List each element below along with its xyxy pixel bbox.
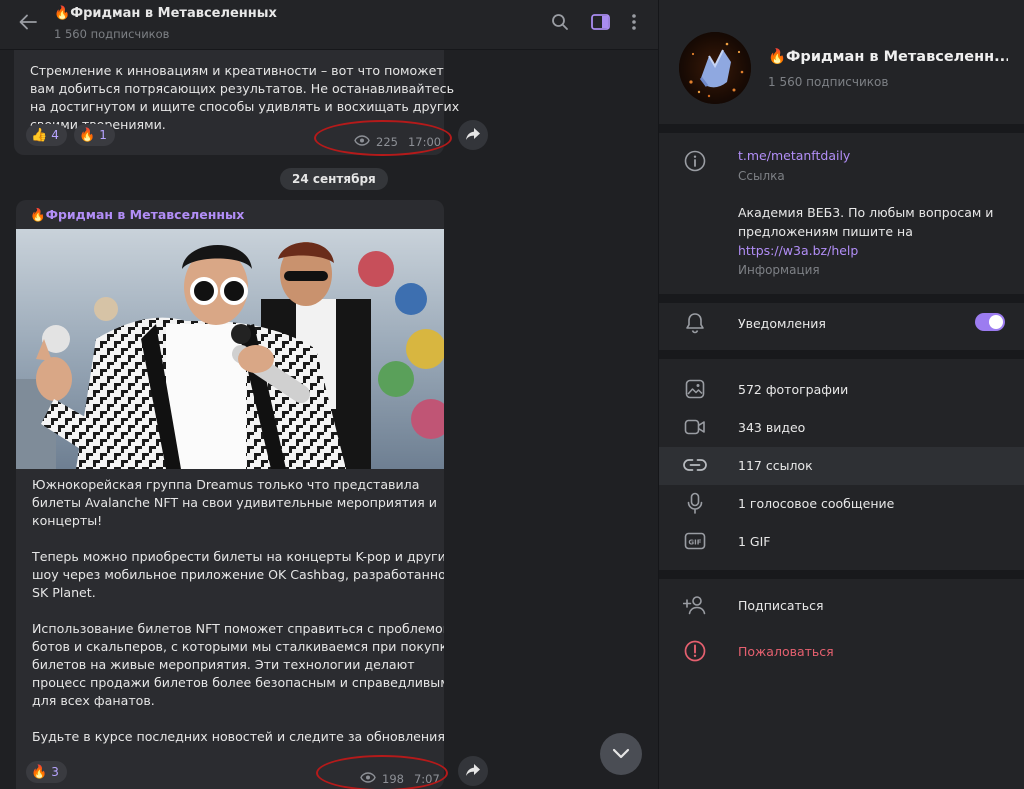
reaction-count: 1 bbox=[99, 128, 107, 142]
channel-title: 🔥Фридман в Метавселенн... bbox=[768, 49, 1008, 65]
channel-link[interactable]: t.me/metanftdaily bbox=[738, 148, 850, 163]
message-line: вам добиться потрясающих результатов. Не… bbox=[30, 81, 455, 96]
section-divider bbox=[659, 570, 1024, 579]
message-line: Использование билетов NFT поможет справи… bbox=[32, 621, 444, 636]
message-line: билетов на живые мероприятия. Эти технол… bbox=[32, 657, 415, 672]
fire-icon: 🔥 bbox=[30, 207, 46, 222]
more-vertical-icon bbox=[631, 13, 637, 35]
more-button[interactable] bbox=[623, 13, 645, 35]
description-link[interactable]: https://w3a.bz/help bbox=[738, 241, 993, 260]
message-line: концерты! bbox=[32, 513, 103, 528]
chevron-down-icon bbox=[612, 745, 630, 764]
svg-text:GIF: GIF bbox=[688, 539, 701, 547]
share-button[interactable] bbox=[458, 756, 488, 786]
concert-photo-image bbox=[16, 229, 444, 469]
thumbs-up-icon: 👍 bbox=[31, 127, 48, 143]
chat-header: 🔥Фридман в Метавселенных 1 560 подписчик… bbox=[0, 0, 658, 50]
message-line: билеты Avalanche NFT на свои удивительны… bbox=[32, 495, 437, 510]
photo-icon bbox=[683, 377, 707, 401]
message-line: на достигнутом и ищите способы удивлять … bbox=[30, 99, 460, 114]
message-sender[interactable]: 🔥Фридман в Метавселенных bbox=[30, 207, 244, 223]
sidebar-toggle-button[interactable] bbox=[589, 13, 611, 35]
notifications-label: Уведомления bbox=[738, 316, 826, 331]
annotation-circle bbox=[316, 755, 448, 789]
reaction-fire[interactable]: 🔥 1 bbox=[74, 124, 115, 146]
video-icon bbox=[683, 415, 707, 439]
date-separator: 24 сентября bbox=[280, 168, 388, 190]
channel-info-pane: 🔥Фридман в Метавселенн... 1 560 подписчи… bbox=[658, 0, 1024, 789]
chat-subscribers: 1 560 подписчиков bbox=[54, 27, 170, 41]
link-icon bbox=[683, 453, 707, 477]
message-line: Южнокорейская группа Dreamus только что … bbox=[32, 477, 420, 492]
back-button[interactable] bbox=[14, 10, 42, 38]
channel-avatar[interactable] bbox=[679, 32, 751, 104]
bell-icon bbox=[683, 311, 707, 335]
subscribe-button[interactable]: Подписаться bbox=[738, 598, 824, 613]
notifications-toggle[interactable] bbox=[975, 313, 1005, 331]
reaction-count: 3 bbox=[51, 765, 59, 779]
add-user-icon bbox=[683, 593, 707, 617]
section-divider bbox=[659, 294, 1024, 303]
share-icon bbox=[465, 762, 481, 781]
message-photo[interactable] bbox=[16, 229, 444, 469]
alert-icon bbox=[683, 639, 707, 663]
message-text: Южнокорейская группа Dreamus только что … bbox=[32, 476, 444, 746]
gif-icon: GIF bbox=[683, 529, 707, 553]
media-photos[interactable]: 572 фотографии bbox=[738, 382, 848, 397]
share-button[interactable] bbox=[458, 120, 488, 150]
reaction-count: 4 bbox=[51, 128, 59, 142]
channel-description-label: Информация bbox=[738, 263, 820, 277]
reaction-thumbs-up[interactable]: 👍 4 bbox=[26, 124, 67, 146]
message-line: Будьте в курсе последних новостей и след… bbox=[32, 729, 444, 744]
message-line: ботов и скальперов, с которыми мы сталки… bbox=[32, 639, 444, 654]
microphone-icon bbox=[683, 491, 707, 515]
fire-icon: 🔥 bbox=[54, 6, 71, 21]
channel-avatar-image bbox=[679, 32, 751, 104]
message-line: Стремление к инновациям и креативности –… bbox=[30, 63, 444, 78]
section-divider bbox=[659, 350, 1024, 359]
section-divider bbox=[659, 124, 1024, 133]
fire-icon: 🔥 bbox=[79, 127, 96, 143]
chat-title-text: Фридман в Метавселенных bbox=[70, 6, 277, 21]
info-icon bbox=[683, 149, 707, 173]
channel-link-label: Ссылка bbox=[738, 169, 785, 183]
channel-description: Академия ВЕБ3. По любым вопросам и предл… bbox=[738, 203, 993, 260]
search-icon bbox=[551, 13, 569, 35]
annotation-circle bbox=[314, 120, 452, 156]
arrow-left-icon bbox=[19, 14, 37, 34]
message-line: SK Planet. bbox=[32, 585, 96, 600]
media-gif[interactable]: 1 GIF bbox=[738, 534, 771, 549]
reaction-fire[interactable]: 🔥 3 bbox=[26, 761, 67, 783]
report-button[interactable]: Пожаловаться bbox=[738, 644, 834, 659]
share-icon bbox=[465, 126, 481, 145]
search-button[interactable] bbox=[549, 13, 571, 35]
fire-icon: 🔥 bbox=[31, 764, 48, 780]
message-line: для всех фанатов. bbox=[32, 693, 155, 708]
sender-name: Фридман в Метавселенных bbox=[45, 207, 245, 222]
description-line: Академия ВЕБ3. По любым вопросам и bbox=[738, 205, 994, 220]
channel-subscribers: 1 560 подписчиков bbox=[768, 75, 889, 89]
hover-highlight bbox=[659, 447, 1024, 485]
chat-pane: Стремление к инновациям и креативности –… bbox=[0, 0, 658, 789]
message-line: процесс продажи билетов более безопасным… bbox=[32, 675, 444, 690]
toggle-knob bbox=[989, 315, 1003, 329]
sidebar-icon bbox=[590, 14, 610, 34]
media-voice[interactable]: 1 голосовое сообщение bbox=[738, 496, 894, 511]
description-line: предложениям пишите на bbox=[738, 224, 913, 239]
message-bubble[interactable]: 🔥Фридман в Метавселенных Южнокорейская г… bbox=[16, 200, 444, 789]
message-line: Теперь можно приобрести билеты на концер… bbox=[32, 549, 444, 564]
chat-title[interactable]: 🔥Фридман в Метавселенных bbox=[54, 6, 277, 21]
media-videos[interactable]: 343 видео bbox=[738, 420, 805, 435]
scroll-down-button[interactable] bbox=[600, 733, 642, 775]
media-links[interactable]: 117 ссылок bbox=[738, 458, 813, 473]
message-line: шоу через мобильное приложение OK Cashba… bbox=[32, 567, 444, 582]
